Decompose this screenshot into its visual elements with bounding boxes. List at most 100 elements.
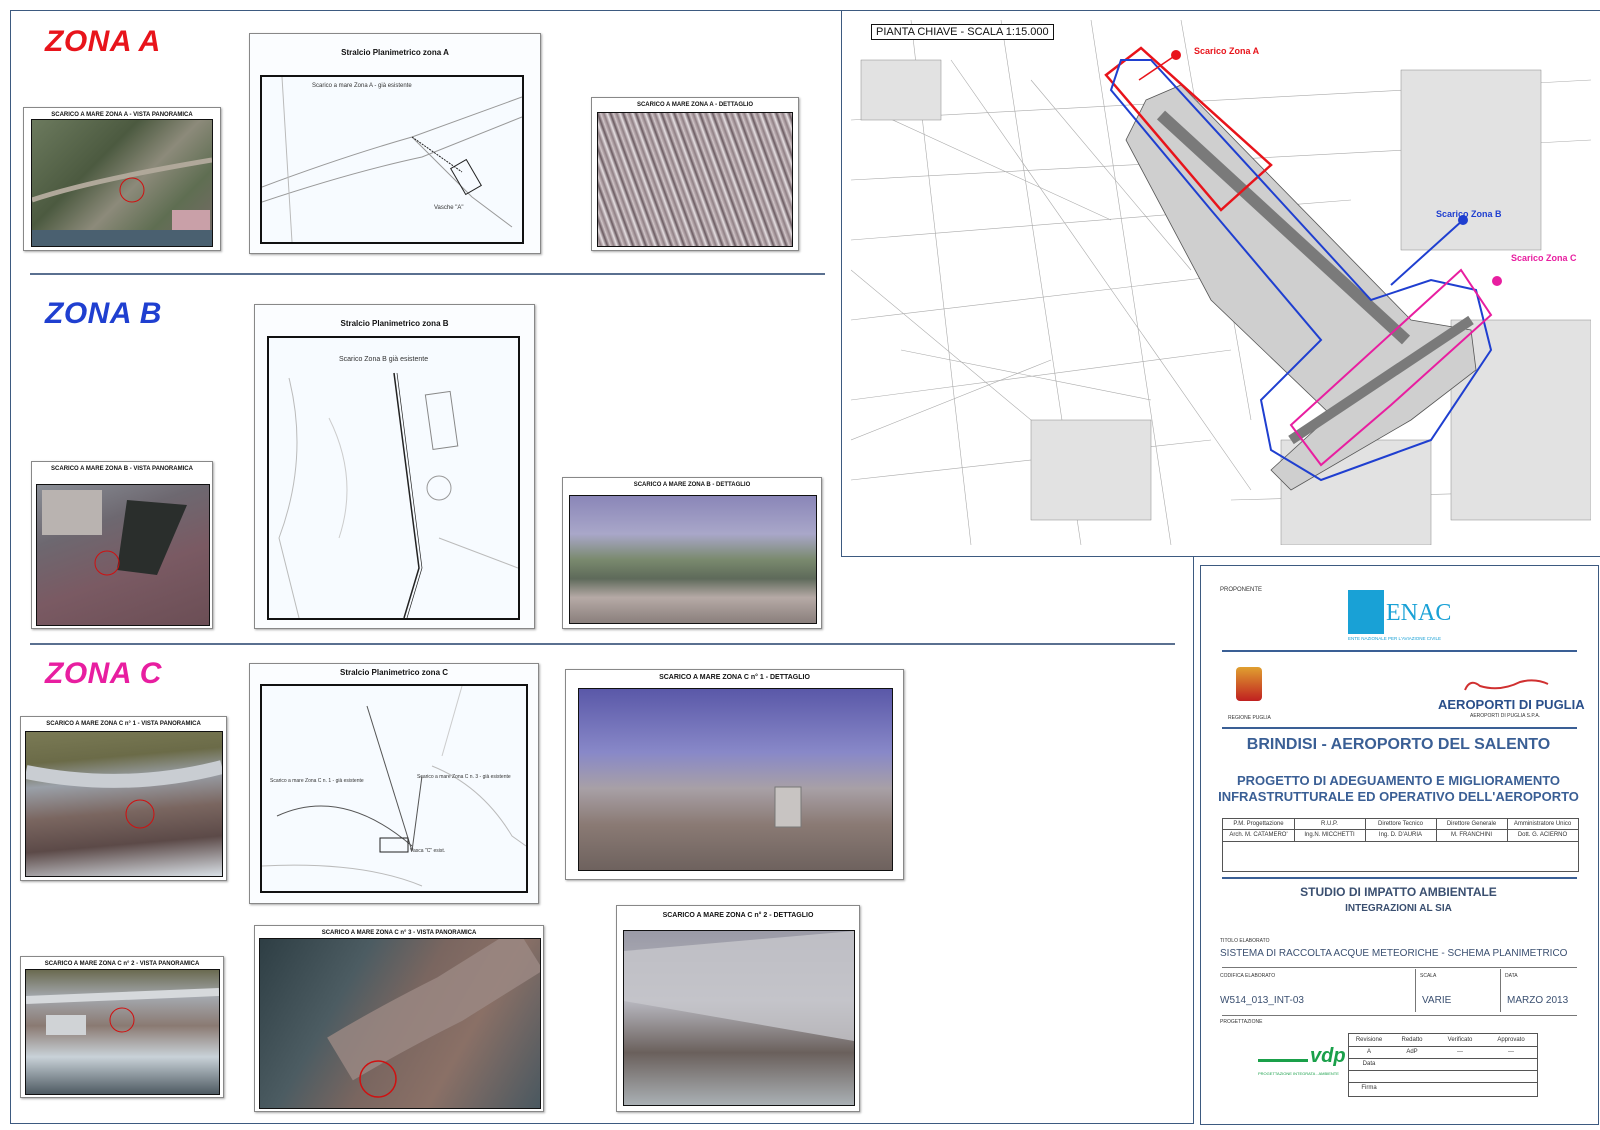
zone-c1-panoramic-photo: SCARICO A MARE ZONA C n° 1 - VISTA PANOR… <box>20 716 227 881</box>
separator-b-c <box>30 643 1175 645</box>
aerial-image <box>25 731 223 877</box>
divider-line <box>1222 1015 1577 1016</box>
rev-header: Revisione <box>1355 1037 1383 1043</box>
rev-firma-label: Firma <box>1361 1085 1377 1091</box>
zone-a-detail-photo: SCARICO A MARE ZONA A - DETTAGLIO <box>591 97 799 251</box>
plan-drawing: Scarico a mare Zona C n. 1 - già esisten… <box>260 684 528 893</box>
zone-c2-detail-photo: SCARICO A MARE ZONA C n° 2 - DETTAGLIO <box>616 905 860 1112</box>
zone-a-plan: Stralcio Planimetrico zona A Scarico a m… <box>249 33 541 254</box>
airport-name: BRINDISI - AEROPORTO DEL SALENTO <box>1246 736 1551 753</box>
detail-image <box>623 930 855 1106</box>
zone-a-title: ZONA A <box>45 25 161 58</box>
aeroporti-swoosh-icon <box>1464 679 1549 691</box>
zone-b-title: ZONA B <box>45 297 162 330</box>
role-header: Direttore Generale <box>1446 821 1497 827</box>
detail-image <box>578 688 893 871</box>
zone-a-panoramic-photo: SCARICO A MARE ZONA A - VISTA PANORAMICA <box>23 107 221 251</box>
aeroporti-puglia-name: AEROPORTI DI PUGLIA <box>1438 697 1585 712</box>
zone-c2-panoramic-photo: SCARICO A MARE ZONA C n° 2 - VISTA PANOR… <box>20 956 224 1098</box>
design-label: PROGETTAZIONE <box>1220 1019 1263 1025</box>
photo-caption: SCARICO A MARE ZONA C n° 3 - VISTA PANOR… <box>321 930 477 936</box>
aerial-detail <box>26 988 219 1035</box>
role-header: P.M. Progettazione <box>1233 821 1284 827</box>
aeroporti-puglia-logo-mark <box>1460 678 1550 692</box>
aerial-detail <box>32 157 212 246</box>
key-map: PIANTA CHIAVE - SCALA 1:15.000 Scarico Z… <box>851 20 1591 545</box>
revisions-table: Revisione Redatto Verificato Approvato A… <box>1348 1033 1538 1097</box>
project-title-line2: INFRASTRUTTURALE ED OPERATIVO DELL'AEROP… <box>1218 789 1579 804</box>
proponente-label: PROPONENTE <box>1220 587 1263 593</box>
zone-b-plan: Stralcio Planimetrico zona B Scarico Zon… <box>254 304 535 629</box>
key-map-label-zone-b: Scarico Zona B <box>1436 209 1502 219</box>
photo-caption: SCARICO A MARE ZONA B - VISTA PANORAMICA <box>51 466 193 472</box>
plan-caption: Stralcio Planimetrico zona A <box>341 48 449 57</box>
date-value: MARZO 2013 <box>1507 995 1569 1006</box>
divider-line <box>1222 650 1577 652</box>
zone-c-plan: Stralcio Planimetrico zona C Scarico a m… <box>249 663 539 904</box>
photo-caption: SCARICO A MARE ZONA B - DETTAGLIO <box>633 482 751 488</box>
plan-drawing: Scarico Zona B già esistente <box>267 336 520 620</box>
divider-line <box>1222 727 1577 729</box>
photo-caption: SCARICO A MARE ZONA C n° 2 - VISTA PANOR… <box>44 961 200 967</box>
detail-image <box>597 112 793 247</box>
key-map-label-zone-a: Scarico Zona A <box>1194 46 1260 56</box>
role-header: Amministratore Unico <box>1513 821 1572 827</box>
detail-structure <box>774 786 802 828</box>
aerial-detail <box>42 490 187 576</box>
key-map-label-zone-c: Scarico Zona C <box>1511 253 1577 263</box>
role-header: R.U.P. <box>1321 821 1338 827</box>
aerial-image <box>36 484 210 626</box>
enac-logo-text: ENAC <box>1386 600 1452 626</box>
plan-label-tanks: Vasche "A" <box>434 205 464 211</box>
plan-label-existing: Scarico Zona B già esistente <box>339 356 429 363</box>
photo-caption: SCARICO A MARE ZONA C n° 2 - DETTAGLIO <box>662 912 814 919</box>
plan-caption: Stralcio Planimetrico zona C <box>339 668 449 677</box>
plan-label-existing: Scarico a mare Zona A - già esistente <box>312 83 412 89</box>
role-name: Ing. D. D'AURIA <box>1378 832 1423 838</box>
role-name: Dott. G. ACIERNO <box>1517 832 1568 838</box>
aerial-detail <box>26 760 222 829</box>
scale-value: VARIE <box>1422 995 1452 1006</box>
rev-data-label: Data <box>1362 1061 1376 1067</box>
plan-label-existing-2: Scarico a mare Zona C n. 3 - già esisten… <box>417 774 511 780</box>
separator-a-b <box>30 273 825 275</box>
scale-label: SCALA <box>1420 973 1437 979</box>
plan-lines <box>262 686 526 887</box>
photo-caption: SCARICO A MARE ZONA C n° 1 - DETTAGLIO <box>659 674 810 681</box>
regione-puglia-label: REGIONE PUGLIA <box>1228 715 1271 721</box>
zone-c1-detail-photo: SCARICO A MARE ZONA C n° 1 - DETTAGLIO <box>565 669 904 880</box>
detail-image <box>569 495 817 624</box>
roles-table: P.M. Progettazione R.U.P. Direttore Tecn… <box>1222 818 1579 872</box>
rev-header: Verificato <box>1447 1037 1473 1043</box>
vdp-logo-text: vdp <box>1310 1045 1346 1067</box>
divider-line <box>1222 967 1577 968</box>
divider-line <box>1222 877 1577 879</box>
vdp-logo-subtitle: PROGETTAZIONE INTEGRATA - AMBIENTE <box>1258 1071 1339 1076</box>
photo-caption: SCARICO A MARE ZONA C n° 1 - VISTA PANOR… <box>46 721 201 727</box>
vdp-logo: vdp PROGETTAZIONE INTEGRATA - AMBIENTE <box>1258 1045 1348 1085</box>
plan-lines <box>278 372 518 618</box>
plan-drawing: Scarico a mare Zona A - già esistente Va… <box>260 75 524 244</box>
date-label: DATA <box>1505 973 1518 979</box>
plan-label-tank: Vasca "C" esist. <box>410 848 446 854</box>
zone-b-panoramic-photo: SCARICO A MARE ZONA B - VISTA PANORAMICA <box>31 461 213 629</box>
project-title-line1: PROGETTO DI ADEGUAMENTO E MIGLIORAMENTO <box>1236 773 1561 788</box>
detail-structure <box>624 931 854 1041</box>
study-subtitle: INTEGRAZIONI AL SIA <box>1345 903 1452 914</box>
aeroporti-puglia-sub: AEROPORTI DI PUGLIA S.P.A. <box>1470 713 1541 719</box>
photo-caption: SCARICO A MARE ZONA A - VISTA PANORAMICA <box>51 112 193 118</box>
zone-c3-panoramic-photo: SCARICO A MARE ZONA C n° 3 - VISTA PANOR… <box>254 925 544 1112</box>
code-value: W514_013_INT-03 <box>1220 995 1304 1006</box>
plan-lines <box>262 77 522 242</box>
doc-title: SISTEMA DI RACCOLTA ACQUE METEORICHE - S… <box>1220 948 1568 959</box>
zone-c-title: ZONA C <box>45 657 162 690</box>
aerial-image <box>25 969 220 1095</box>
aerial-image <box>31 119 213 247</box>
key-map-title: PIANTA CHIAVE - SCALA 1:15.000 <box>871 24 1054 40</box>
code-label: CODIFICA ELABORATO <box>1220 973 1276 979</box>
enac-logo: ENAC ENTE NAZIONALE PER L'AVIAZIONE CIVI… <box>1348 590 1458 641</box>
title-block: PROPONENTE ENAC ENTE NAZIONALE PER L'AVI… <box>1210 575 1587 1115</box>
rev-cell: --- <box>1457 1049 1463 1055</box>
doc-title-label: TITOLO ELABORATO <box>1220 938 1270 944</box>
role-name: M. FRANCHINI <box>1451 832 1492 838</box>
